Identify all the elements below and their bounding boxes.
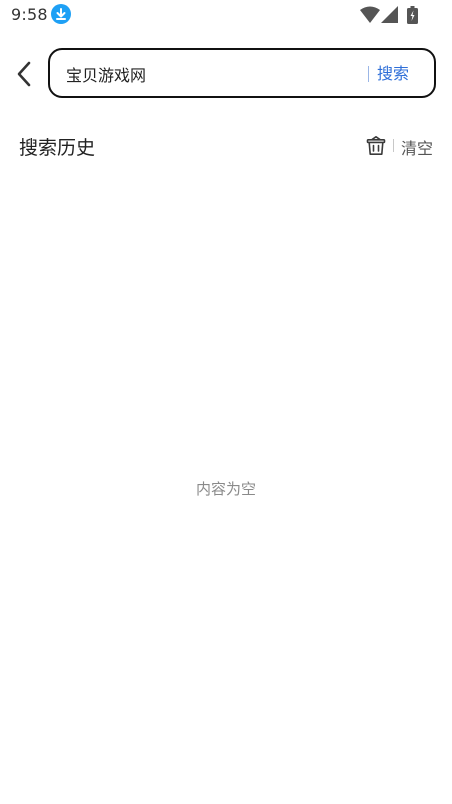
download-icon (51, 4, 71, 24)
chevron-left-icon (17, 61, 31, 87)
back-button[interactable] (8, 58, 40, 90)
empty-state-text: 内容为空 (195, 480, 256, 498)
status-time: 9:58 (11, 5, 48, 24)
clear-divider (393, 139, 394, 152)
clear-history-button[interactable]: 清空 (401, 135, 433, 159)
search-history-title: 搜索历史 (19, 137, 96, 159)
search-input[interactable] (66, 60, 356, 88)
search-box: 搜索 (48, 48, 436, 98)
trash-icon[interactable] (366, 136, 386, 156)
status-bar: 9:58 (0, 0, 452, 30)
status-icons (360, 6, 422, 24)
search-divider (368, 66, 369, 82)
search-button[interactable]: 搜索 (377, 62, 409, 86)
